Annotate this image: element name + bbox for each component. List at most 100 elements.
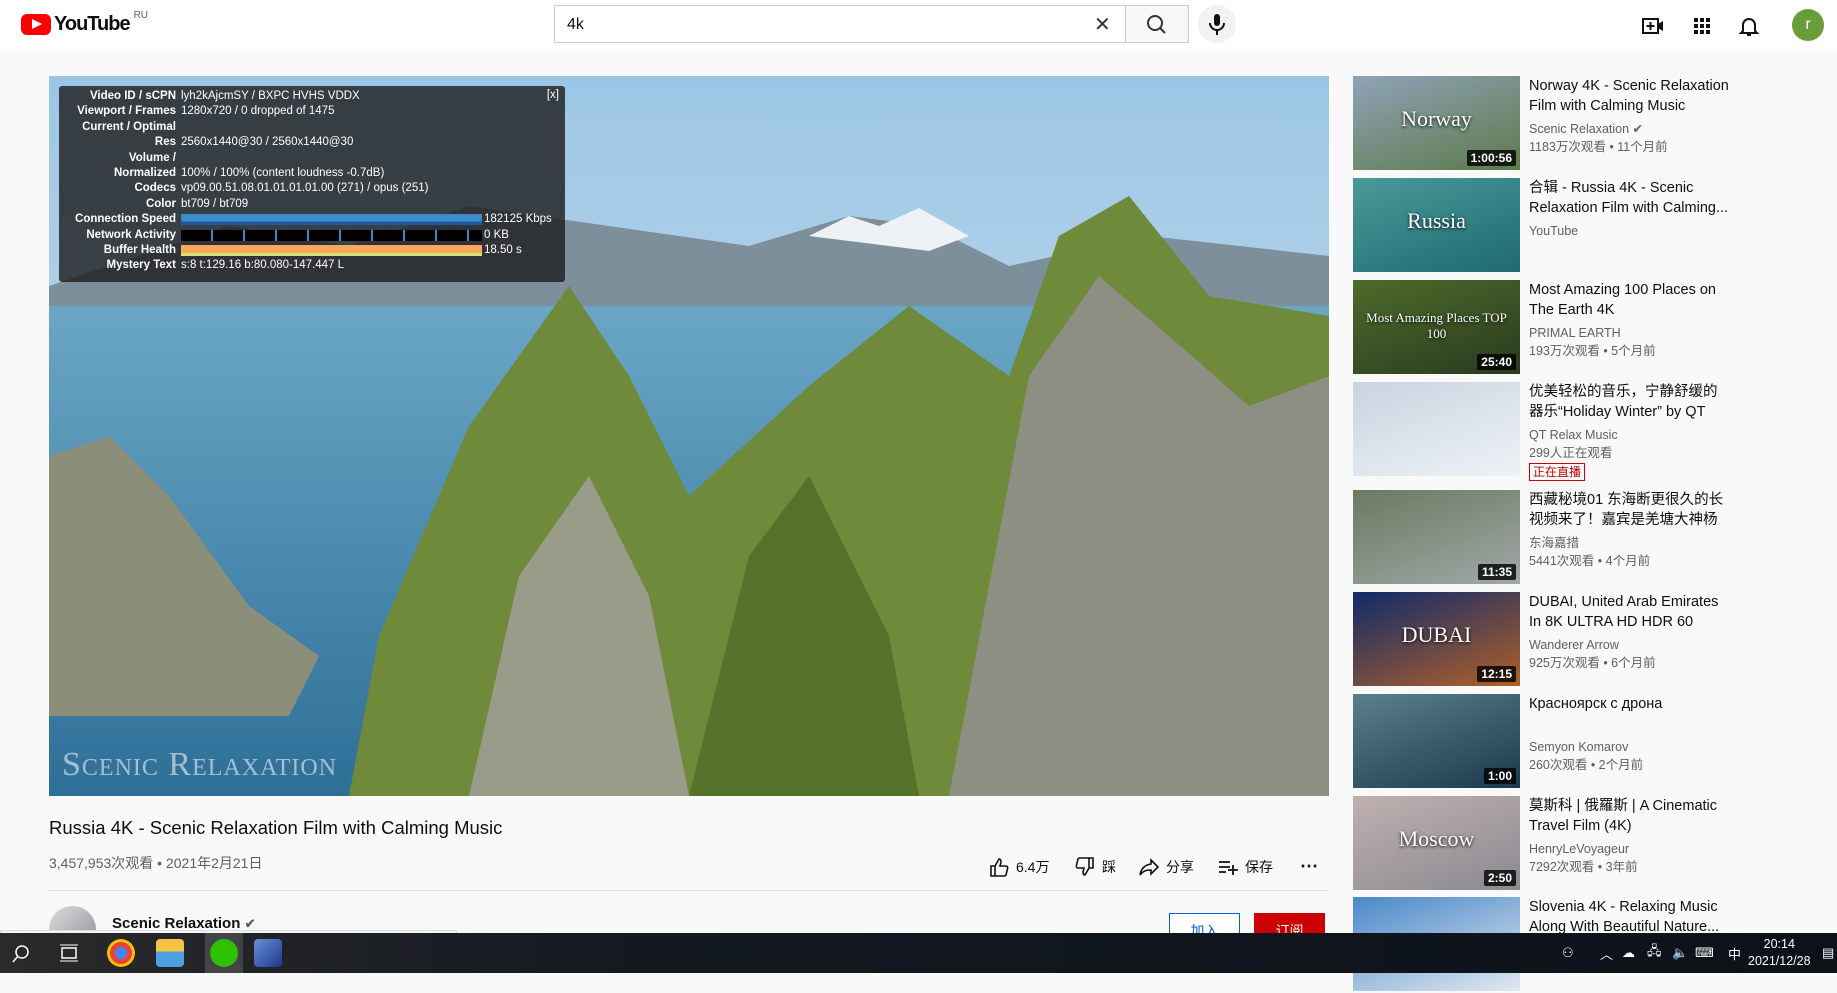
- windows-taskbar: ⚇ ︿ ☁ 🖧 🔈 ⌨ 中 20:14 2021/12/28 ▤: [0, 933, 1837, 973]
- system-clock[interactable]: 20:14 2021/12/28: [1748, 936, 1811, 970]
- share-icon: [1139, 858, 1160, 876]
- playlist-add-icon: [1219, 861, 1238, 875]
- duration-badge: 11:35: [1477, 564, 1516, 580]
- close-stats-button[interactable]: [x]: [547, 89, 559, 101]
- youtube-logo[interactable]: YouTube RU: [21, 10, 148, 36]
- recommended-video[interactable]: Most Amazing Places TOP 100 25:40 Most Ama…: [1353, 280, 1783, 376]
- recommended-video[interactable]: 1:00 Красноярск с дрона Semyon Komarov 260…: [1353, 694, 1783, 790]
- stats-row: Viewport / Frames 1280x720 / 0 dropped of…: [77, 105, 335, 118]
- channel-name: QT Relax Music: [1529, 428, 1618, 442]
- onedrive-icon[interactable]: ☁: [1622, 933, 1635, 973]
- duration-badge: 2:50: [1483, 870, 1516, 886]
- stats-for-nerds-panel: [x] Video ID / sCPN lyh2kAjcmSY / BXPC HV…: [59, 86, 565, 282]
- verified-icon: ✔: [1632, 122, 1644, 136]
- user-avatar[interactable]: r: [1792, 9, 1824, 41]
- video-views-date: 3,457,953次观看 • 2021年2月21日: [49, 855, 263, 871]
- recommended-video[interactable]: Moscow 2:50 莫斯科 | 俄羅斯 | A Cinematic Travel…: [1353, 796, 1783, 892]
- recommended-video-title: Slovenia 4K - Relaxing Music Along With …: [1529, 899, 1720, 935]
- recommended-video-title: 莫斯科 | 俄羅斯 | A Cinematic Travel Film (4K): [1529, 798, 1718, 834]
- search-input[interactable]: 4k: [554, 5, 1126, 43]
- notifications-bell-icon[interactable]: [1737, 14, 1761, 38]
- search-icon[interactable]: [10, 943, 32, 965]
- clear-search-icon[interactable]: ✕: [1094, 12, 1111, 37]
- video-meta: 1183万次观看 • 11个月前: [1529, 140, 1668, 154]
- video-thumbnail[interactable]: 1:00: [1353, 694, 1520, 788]
- stats-row: Codecs vp09.00.51.08.01.01.01.01.00 (271)…: [134, 182, 429, 195]
- channel-name: Wanderer Arrow: [1529, 638, 1619, 652]
- recommended-video-title: Norway 4K - Scenic Relaxation Film with …: [1529, 78, 1729, 114]
- apps-grid-icon[interactable]: [1690, 14, 1714, 38]
- youtube-play-icon: [21, 14, 51, 35]
- thumbnail-text: Norway: [1401, 106, 1472, 131]
- video-meta: 925万次观看 • 6个月前: [1529, 656, 1656, 670]
- file-explorer-icon[interactable]: [156, 939, 184, 967]
- thumbs-up-icon: [990, 858, 1009, 877]
- show-hidden-icons[interactable]: ︿: [1600, 933, 1613, 973]
- buffer-health-graph: [181, 244, 482, 256]
- recommended-video[interactable]: Norway 1:00:56 Norway 4K - Scenic Relaxati…: [1353, 76, 1783, 172]
- thumbnail-text: Moscow: [1398, 826, 1475, 851]
- people-icon[interactable]: ⚇: [1562, 933, 1574, 973]
- volume-icon[interactable]: 🔈: [1672, 933, 1688, 973]
- video-thumbnail[interactable]: Most Amazing Places TOP 100 25:40: [1353, 280, 1520, 374]
- video-thumbnail[interactable]: [1353, 382, 1520, 476]
- channel-name: Scenic Relaxation: [1529, 122, 1630, 136]
- video-meta: 260次观看 • 2个月前: [1529, 758, 1644, 772]
- video-thumbnail[interactable]: Norway 1:00:56: [1353, 76, 1520, 170]
- thumbnail-text: Russia: [1407, 208, 1466, 233]
- stats-row: Color bt709 / bt709: [145, 197, 249, 210]
- video-meta: 7292次观看 • 3年前: [1529, 860, 1638, 874]
- stats-row: Video ID / sCPN lyh2kAjcmSY / BXPC HVHS V…: [89, 90, 360, 102]
- save-button[interactable]: 保存: [1217, 856, 1273, 878]
- dislike-button[interactable]: 踩: [1074, 856, 1116, 878]
- thumbs-down-icon: [1075, 857, 1094, 876]
- video-thumbnail[interactable]: DUBAI 12:15: [1353, 592, 1520, 686]
- thumbnail-text: DUBAI: [1401, 622, 1472, 647]
- wechat-taskbar-item[interactable]: [205, 933, 243, 973]
- duration-badge: 12:15: [1477, 666, 1516, 682]
- more-actions-icon[interactable]: ⋯: [1300, 856, 1318, 877]
- chrome-icon[interactable]: [107, 939, 135, 967]
- recommended-video[interactable]: Russia 合辑 - Russia 4K - Scenic Relaxation…: [1353, 178, 1783, 274]
- input-method-indicator[interactable]: 中: [1728, 933, 1741, 973]
- network-activity-graph: [181, 229, 482, 241]
- video-meta: 299人正在观看: [1529, 446, 1613, 460]
- recommended-video-title: 合辑 - Russia 4K - Scenic Relaxation Film …: [1529, 180, 1729, 216]
- live-badge: 正在直播: [1529, 463, 1586, 481]
- recommended-video-title: 西藏秘境01 东海断更很久的长视频来了！嘉宾是羌塘大神杨柳松: [1529, 492, 1724, 528]
- video-thumbnail[interactable]: 11:35: [1353, 490, 1520, 584]
- verified-icon: ✔: [244, 916, 256, 931]
- stats-row: Volume /: [128, 151, 176, 164]
- like-button[interactable]: 6.4万: [988, 856, 1049, 878]
- duration-badge: 1:00:56: [1466, 150, 1516, 166]
- divider: [49, 890, 1329, 891]
- voice-search-button[interactable]: [1198, 5, 1236, 43]
- network-icon[interactable]: 🖧: [1647, 933, 1662, 973]
- recommended-video-title: Красноярск с дрона: [1529, 696, 1663, 712]
- search-button[interactable]: [1126, 5, 1189, 43]
- recommended-video[interactable]: 11:35 西藏秘境01 东海断更很久的长视频来了！嘉宾是羌塘大神杨柳松 东海嘉措…: [1353, 490, 1783, 586]
- thumbnail-text: Most Amazing Places TOP 100: [1366, 310, 1507, 341]
- top-bar: YouTube RU 4k ✕ r: [0, 0, 1837, 52]
- video-thumbnail[interactable]: Russia: [1353, 178, 1520, 272]
- create-video-icon[interactable]: [1641, 14, 1665, 38]
- video-title: Russia 4K - Scenic Relaxation Film with …: [49, 817, 503, 838]
- share-button[interactable]: 分享: [1138, 856, 1194, 878]
- recommended-video[interactable]: 优美轻松的音乐，宁静舒缓的器乐“Holiday Winter” by QT Re…: [1353, 382, 1783, 481]
- channel-name: 东海嘉措: [1529, 536, 1580, 550]
- touch-keyboard-icon[interactable]: ⌨: [1695, 933, 1714, 973]
- recommended-video[interactable]: DUBAI 12:15 DUBAI, United Arab Emirates In…: [1353, 592, 1783, 688]
- stats-row: Current / Optimal: [82, 120, 176, 133]
- channel-name: Semyon Komarov: [1529, 740, 1629, 754]
- channel-name: HenryLeVoyageur: [1529, 842, 1630, 856]
- remote-desktop-icon[interactable]: [254, 939, 282, 967]
- channel-name: YouTube: [1529, 224, 1579, 238]
- recommended-video-title: 优美轻松的音乐，宁静舒缓的器乐“Holiday Winter” by QT Re…: [1529, 384, 1718, 420]
- task-view-icon[interactable]: [58, 943, 80, 965]
- video-thumbnail[interactable]: Moscow 2:50: [1353, 796, 1520, 890]
- action-center-icon[interactable]: ▤: [1822, 933, 1834, 973]
- search-icon: [1147, 15, 1166, 34]
- recommended-video-title: DUBAI, United Arab Emirates In 8K ULTRA …: [1529, 594, 1719, 630]
- stats-row: Res 2560x1440@30 / 2560x1440@30: [154, 136, 354, 149]
- wechat-icon: [210, 939, 238, 967]
